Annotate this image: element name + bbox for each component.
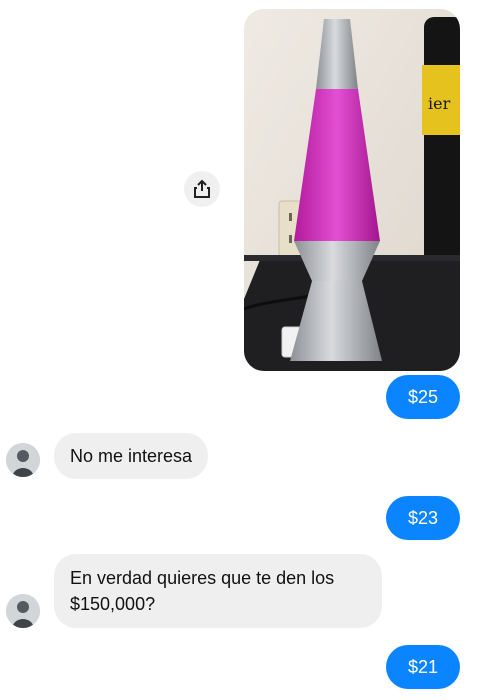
- message-text: $25: [407, 386, 439, 407]
- message-bubble-outgoing[interactable]: $21: [386, 645, 460, 689]
- message-text: $21: [407, 656, 439, 677]
- lava-lamp-photo[interactable]: ier: [244, 9, 460, 371]
- profile-photo: [6, 443, 40, 477]
- message-bubble-outgoing[interactable]: $23: [386, 496, 460, 540]
- message-bubble-outgoing[interactable]: $25: [386, 375, 460, 419]
- profile-photo: [6, 594, 40, 628]
- message-text: No me interesa: [70, 446, 193, 466]
- avatar[interactable]: [6, 594, 40, 628]
- svg-text:ier: ier: [428, 94, 451, 113]
- message-bubble-incoming[interactable]: En verdad quieres que te den los $150,00…: [54, 554, 382, 628]
- avatar[interactable]: [6, 443, 40, 477]
- message-text: En verdad quieres que te den los $150,00…: [70, 568, 335, 614]
- share-button[interactable]: [184, 171, 220, 207]
- share-icon: [194, 179, 210, 198]
- lava-lamp-image: ier: [244, 9, 460, 371]
- message-bubble-incoming[interactable]: No me interesa: [54, 433, 209, 479]
- message-text: $23: [407, 507, 439, 528]
